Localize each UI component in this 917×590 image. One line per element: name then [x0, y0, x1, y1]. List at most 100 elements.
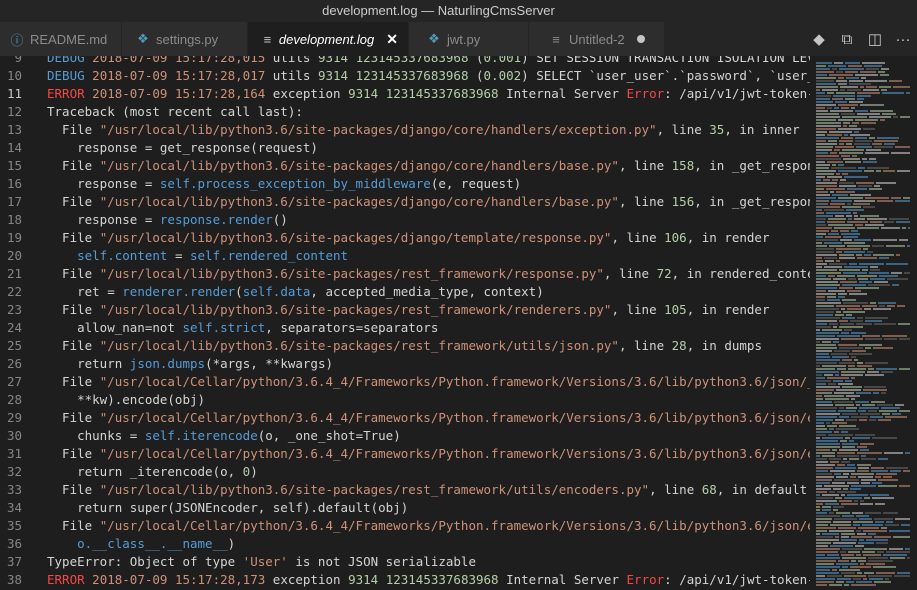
minimap-line — [842, 299, 856, 301]
code-line[interactable]: 11 ERROR 2018-07-09 15:17:28,164 exceptio… — [0, 85, 917, 103]
minimap-line — [891, 272, 902, 274]
code-token: 0.002 — [483, 68, 522, 83]
code-line[interactable]: 34 return super(JSONEncoder, self).defau… — [0, 499, 917, 517]
minimap-line — [877, 200, 893, 202]
minimap-line — [877, 137, 899, 139]
code-text: File "/usr/local/lib/python3.6/site-pack… — [47, 121, 800, 139]
more-actions-icon[interactable]: ··· — [891, 31, 915, 48]
minimap-line — [865, 224, 884, 226]
minimap-line — [854, 131, 859, 133]
minimap-line — [864, 170, 874, 172]
code-line[interactable]: 33 File "/usr/local/lib/python3.6/site-p… — [0, 481, 917, 499]
minimap-line — [829, 323, 838, 325]
minimap-line — [828, 290, 845, 292]
close-tab-icon[interactable]: ✕ — [386, 31, 398, 48]
code-line[interactable]: 10 DEBUG 2018-07-09 15:17:28,017 utils 93… — [0, 67, 917, 85]
open-changes-icon[interactable]: ⧉ — [835, 31, 859, 48]
tab-settings-py[interactable]: ❖ settings.py — [122, 22, 248, 56]
code-line[interactable]: 30 chunks = self.iterencode(o, _one_shot… — [0, 427, 917, 445]
minimap-line — [839, 500, 852, 502]
code-line[interactable]: 24 allow_nan=not self.strict, separators… — [0, 319, 917, 337]
minimap-line — [891, 152, 910, 154]
minimap-line — [878, 458, 888, 460]
text-lines-icon: ≡ — [552, 31, 560, 47]
source-control-icon[interactable]: ◆ — [807, 30, 831, 48]
code-line[interactable]: 9 DEBUG 2018-07-09 15:17:28,015 utils 931… — [0, 56, 917, 67]
minimap-line — [893, 86, 910, 88]
code-line[interactable]: 12 Traceback (most recent call last): — [0, 103, 917, 121]
minimap-line — [834, 401, 853, 403]
minimap-line — [870, 110, 893, 112]
minimap-line — [875, 503, 885, 505]
minimap[interactable] — [810, 56, 917, 590]
code-token: File — [47, 194, 100, 209]
code-line[interactable]: 19 File "/usr/local/lib/python3.6/site-p… — [0, 229, 917, 247]
line-number: 34 — [6, 500, 22, 515]
code-line[interactable]: 27 File "/usr/local/Cellar/python/3.6.4_… — [0, 373, 917, 391]
code-line[interactable]: 15 File "/usr/local/lib/python3.6/site-p… — [0, 157, 917, 175]
code-line[interactable]: 25 File "/usr/local/lib/python3.6/site-p… — [0, 337, 917, 355]
code-line[interactable]: 14 response = get_response(request) — [0, 139, 917, 157]
code-line[interactable]: 38 ERROR 2018-07-09 15:17:28,173 exceptio… — [0, 571, 917, 589]
split-editor-icon[interactable]: ◫ — [863, 30, 887, 48]
code-line[interactable]: 35 File "/usr/local/Cellar/python/3.6.4_… — [0, 517, 917, 535]
code-text: return super(JSONEncoder, self).default(… — [47, 499, 408, 517]
code-line[interactable]: 17 File "/usr/local/lib/python3.6/site-p… — [0, 193, 917, 211]
minimap-line — [863, 554, 881, 556]
code-line[interactable]: 20 self.content = self.rendered_content — [0, 247, 917, 265]
code-token: 9314 123145337683968 — [317, 56, 469, 65]
code-token: **kw).encode(obj) — [47, 392, 206, 407]
code-line[interactable]: 28 **kw).encode(obj) — [0, 391, 917, 409]
minimap-line — [850, 320, 863, 322]
minimap-line — [816, 500, 837, 502]
minimap-line — [816, 416, 837, 418]
code-line[interactable]: 23 File "/usr/local/lib/python3.6/site-p… — [0, 301, 917, 319]
minimap-line — [862, 62, 885, 64]
minimap-line — [816, 473, 832, 475]
minimap-line — [816, 584, 827, 586]
code-line[interactable]: 36 o.__class__.__name__) — [0, 535, 917, 553]
minimap-line — [881, 227, 900, 229]
minimap-line — [816, 392, 832, 394]
minimap-line — [846, 407, 857, 409]
code-line[interactable]: 32 return _iterencode(o, 0) — [0, 463, 917, 481]
tab-jwt-py[interactable]: ❖ jwt.py — [409, 22, 529, 56]
code-line[interactable]: 21 File "/usr/local/lib/python3.6/site-p… — [0, 265, 917, 283]
minimap-line — [846, 209, 864, 211]
minimap-line — [859, 344, 882, 346]
line-number: 10 — [6, 68, 22, 83]
code-line[interactable]: 16 response = self.process_exception_by_… — [0, 175, 917, 193]
minimap-line — [838, 170, 862, 172]
minimap-line — [816, 308, 839, 310]
code-line[interactable]: 26 return json.dumps(*args, **kwargs) — [0, 355, 917, 373]
minimap-line — [827, 176, 842, 178]
code-line[interactable]: 31 File "/usr/local/Cellar/python/3.6.4_… — [0, 445, 917, 463]
minimap-line — [829, 428, 834, 430]
minimap-line — [860, 563, 864, 565]
code-editor[interactable]: 9 DEBUG 2018-07-09 15:17:28,015 utils 931… — [0, 56, 917, 590]
tab-readme[interactable]: ⓘ README.md — [0, 22, 122, 56]
code-line[interactable]: 29 File "/usr/local/Cellar/python/3.6.4_… — [0, 409, 917, 427]
minimap-line — [842, 515, 854, 517]
minimap-line — [841, 308, 845, 310]
code-line[interactable]: 37 TypeError: Object of type 'User' is no… — [0, 553, 917, 571]
minimap-line — [835, 419, 844, 421]
minimap-line — [858, 467, 869, 469]
minimap-line — [868, 368, 874, 370]
tab-untitled-2[interactable]: ≡ Untitled-2 — [529, 22, 665, 56]
code-text: ret = renderer.render(self.data, accepte… — [47, 283, 544, 301]
line-number: 30 — [6, 428, 22, 443]
code-line[interactable]: 22 ret = renderer.render(self.data, acce… — [0, 283, 917, 301]
minimap-line — [825, 260, 834, 262]
code-line[interactable]: 13 File "/usr/local/lib/python3.6/site-p… — [0, 121, 917, 139]
minimap-line — [844, 497, 862, 499]
minimap-line — [844, 134, 848, 136]
minimap-line — [816, 383, 826, 385]
minimap-line — [816, 74, 827, 76]
code-line[interactable]: 18 response = response.render() — [0, 211, 917, 229]
minimap-line — [828, 275, 835, 277]
tab-development-log[interactable]: ≡ development.log ✕ — [248, 22, 409, 56]
code-token: Error — [626, 86, 665, 101]
minimap-line — [858, 560, 866, 562]
minimap-line — [816, 554, 825, 556]
